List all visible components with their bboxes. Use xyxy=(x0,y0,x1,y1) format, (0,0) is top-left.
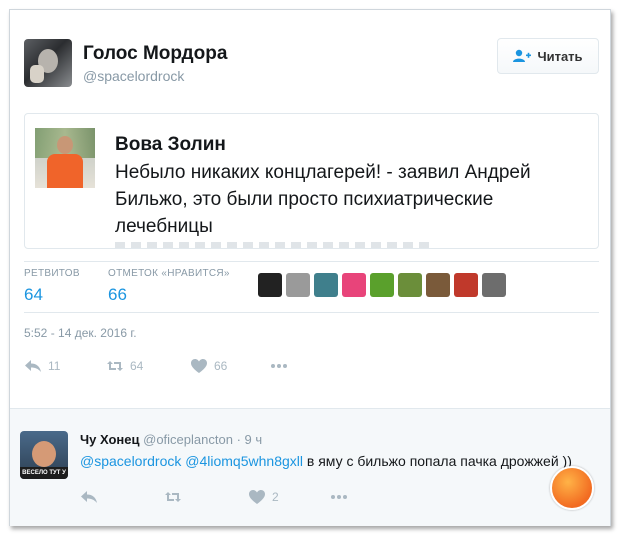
retweets-stat[interactable]: РЕТВИТОВ 64 xyxy=(24,268,80,305)
liker-avatar[interactable] xyxy=(342,273,366,297)
heart-icon xyxy=(249,490,265,504)
more-button[interactable] xyxy=(270,358,288,374)
retweet-icon xyxy=(165,492,181,502)
retweet-count: 64 xyxy=(130,359,144,373)
likes-label: ОТМЕТОК «НРАВИТСЯ» xyxy=(108,268,230,279)
reply-mention-1[interactable]: @spacelordrock xyxy=(80,453,181,469)
retweets-label: РЕТВИТОВ xyxy=(24,268,80,279)
retweet-button[interactable]: 64 xyxy=(106,358,143,374)
add-user-icon xyxy=(513,49,532,62)
reply-like-count: 2 xyxy=(272,490,279,504)
reply-author-handle[interactable]: @oficeplancton xyxy=(143,432,233,447)
likers-avatars xyxy=(258,273,506,297)
retweets-value: 64 xyxy=(24,285,43,304)
author-avatar[interactable] xyxy=(24,39,72,87)
author-name[interactable]: Голос Мордора xyxy=(83,43,227,65)
retweet-icon xyxy=(107,361,123,371)
reply-like-button[interactable]: 2 xyxy=(248,489,279,505)
follow-button[interactable]: Читать xyxy=(497,38,599,74)
more-icon xyxy=(331,495,347,499)
reply-text: @spacelordrock @4liomq5whn8gxll в яму с … xyxy=(80,453,572,469)
reply-mention-2[interactable]: @4liomq5whn8gxll xyxy=(185,453,303,469)
reply-header: Чу Хонец @oficeplancton · 9 ч xyxy=(80,432,262,447)
quoted-author-name: Вова Золин xyxy=(115,134,226,155)
quoted-text-overflow xyxy=(115,242,435,248)
reply-count: 11 xyxy=(48,359,61,373)
more-icon xyxy=(271,364,287,368)
reply-icon xyxy=(25,360,41,372)
liker-avatar[interactable] xyxy=(454,273,478,297)
liker-avatar[interactable] xyxy=(258,273,282,297)
author-handle[interactable]: @spacelordrock xyxy=(83,68,184,84)
liker-avatar[interactable] xyxy=(398,273,422,297)
tweet-timestamp[interactable]: 5:52 - 14 дек. 2016 г. xyxy=(24,326,137,340)
liker-avatar[interactable] xyxy=(482,273,506,297)
reply-time[interactable]: · 9 ч xyxy=(237,432,263,447)
reply-icon xyxy=(81,491,97,503)
reply-tweet[interactable]: ВЕСЕЛО ТУТ У ВАС Чу Хонец @oficeplancton… xyxy=(10,408,610,526)
like-count: 66 xyxy=(214,359,228,373)
liker-avatar[interactable] xyxy=(286,273,310,297)
reply-more-button[interactable] xyxy=(330,489,348,505)
heart-icon xyxy=(191,359,207,373)
follow-label: Читать xyxy=(537,48,583,64)
likes-stat[interactable]: ОТМЕТОК «НРАВИТСЯ» 66 xyxy=(108,268,230,305)
quoted-tweet[interactable]: Вова Золин Небыло никаких концлагерей! -… xyxy=(24,113,599,249)
tweet-card: Голос Мордора @spacelordrock Читать Вова… xyxy=(9,9,611,526)
reply-avatar-caption: ВЕСЕЛО ТУТ У ВАС xyxy=(20,467,68,479)
quoted-text: Небыло никаких концлагерей! - заявил Анд… xyxy=(115,162,531,237)
liker-avatar[interactable] xyxy=(314,273,338,297)
divider xyxy=(24,312,599,313)
like-button[interactable]: 66 xyxy=(190,358,227,374)
reply-body: в яму с бильжо попала пачка дрожжей )) xyxy=(306,453,572,469)
reply-retweet-button[interactable] xyxy=(164,489,182,505)
liker-avatar[interactable] xyxy=(426,273,450,297)
watermark-logo xyxy=(550,466,594,510)
reply-button[interactable]: 11 xyxy=(24,358,60,374)
reply-avatar[interactable]: ВЕСЕЛО ТУТ У ВАС xyxy=(20,431,68,479)
reply-reply-button[interactable] xyxy=(80,489,98,505)
quoted-photo xyxy=(35,128,95,188)
divider xyxy=(24,261,599,262)
reply-author-name[interactable]: Чу Хонец xyxy=(80,432,140,447)
liker-avatar[interactable] xyxy=(370,273,394,297)
likes-value: 66 xyxy=(108,285,127,304)
